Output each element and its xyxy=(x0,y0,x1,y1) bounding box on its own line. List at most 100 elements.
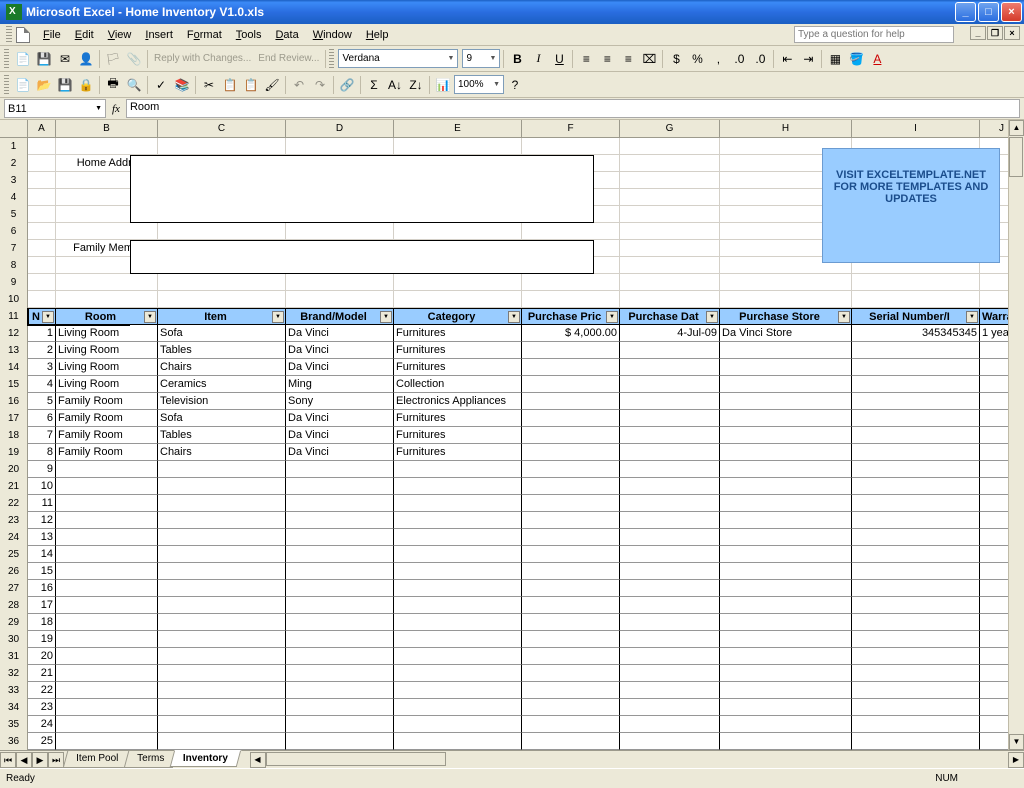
cell[interactable] xyxy=(56,733,158,750)
cell-price[interactable]: $ 4,000.00 xyxy=(522,325,620,342)
cell-category[interactable]: Furnitures xyxy=(394,325,522,342)
spell-icon[interactable]: ✓ xyxy=(151,75,171,95)
cell[interactable] xyxy=(720,291,852,308)
help-search-input[interactable] xyxy=(794,26,954,43)
cell[interactable] xyxy=(852,682,980,699)
row-header[interactable]: 35 xyxy=(0,716,28,734)
cell-item[interactable]: Tables xyxy=(158,427,286,444)
cell-room[interactable]: Living Room xyxy=(56,376,158,393)
cell[interactable] xyxy=(620,699,720,716)
cell[interactable] xyxy=(56,512,158,529)
cell-room[interactable]: Family Room xyxy=(56,444,158,461)
cell[interactable] xyxy=(158,495,286,512)
cell[interactable] xyxy=(620,291,720,308)
cell-no[interactable]: 5 xyxy=(28,393,56,410)
doc-restore-button[interactable]: ❐ xyxy=(987,26,1003,40)
cell[interactable] xyxy=(720,716,852,733)
cell[interactable] xyxy=(56,665,158,682)
cell[interactable] xyxy=(620,512,720,529)
row-header[interactable]: 19 xyxy=(0,444,28,462)
filter-dropdown-icon[interactable]: ▼ xyxy=(508,311,520,323)
row-header[interactable]: 8 xyxy=(0,257,28,275)
cell[interactable] xyxy=(720,665,852,682)
cell[interactable] xyxy=(852,461,980,478)
cell[interactable] xyxy=(158,478,286,495)
cell[interactable] xyxy=(394,682,522,699)
cell[interactable] xyxy=(56,716,158,733)
cell[interactable] xyxy=(620,597,720,614)
cell-room[interactable]: Family Room xyxy=(56,410,158,427)
cell-category[interactable]: Furnitures xyxy=(394,342,522,359)
cell[interactable] xyxy=(394,138,522,155)
cell[interactable] xyxy=(394,631,522,648)
cell-no[interactable]: 12 xyxy=(28,512,56,529)
cell-category[interactable]: Furnitures xyxy=(394,427,522,444)
cell-no[interactable]: 24 xyxy=(28,716,56,733)
cell[interactable] xyxy=(56,682,158,699)
hyperlink-icon[interactable]: 🔗 xyxy=(337,75,357,95)
underline-button[interactable]: U xyxy=(549,49,569,69)
cell[interactable] xyxy=(620,478,720,495)
cell[interactable] xyxy=(56,614,158,631)
worksheet[interactable]: ABCDEFGHIJ VISIT EXCELTEMPLATE.NET FOR M… xyxy=(0,120,1024,768)
filter-dropdown-icon[interactable]: ▼ xyxy=(706,311,718,323)
cell[interactable] xyxy=(286,461,394,478)
cell[interactable] xyxy=(286,682,394,699)
increase-decimal-icon[interactable]: .0 xyxy=(729,49,749,69)
cell-item[interactable]: Tables xyxy=(158,342,286,359)
column-header-C[interactable]: C xyxy=(158,120,286,138)
cell-date[interactable] xyxy=(620,427,720,444)
filter-dropdown-icon[interactable]: ▼ xyxy=(606,311,618,323)
cell-no[interactable]: 20 xyxy=(28,648,56,665)
decrease-indent-icon[interactable]: ⇤ xyxy=(777,49,797,69)
cell-brand[interactable]: Da Vinci xyxy=(286,410,394,427)
menu-help[interactable]: Help xyxy=(359,27,396,43)
row-header[interactable]: 10 xyxy=(0,291,28,309)
row-header[interactable]: 32 xyxy=(0,665,28,683)
cell[interactable] xyxy=(158,699,286,716)
row-header[interactable]: 25 xyxy=(0,546,28,564)
cell[interactable] xyxy=(56,699,158,716)
cell[interactable] xyxy=(28,274,56,291)
cell[interactable] xyxy=(56,138,158,155)
name-box[interactable]: B11▼ xyxy=(4,99,106,118)
cell-no[interactable]: 7 xyxy=(28,427,56,444)
cell[interactable] xyxy=(394,716,522,733)
recipient-icon[interactable]: 👤 xyxy=(76,49,96,69)
cell[interactable] xyxy=(394,495,522,512)
row-header[interactable]: 15 xyxy=(0,376,28,394)
open-icon[interactable]: 📂 xyxy=(34,75,54,95)
cell-brand[interactable]: Ming xyxy=(286,376,394,393)
cell[interactable] xyxy=(720,648,852,665)
cell-serial[interactable] xyxy=(852,427,980,444)
cell[interactable] xyxy=(852,614,980,631)
cell[interactable] xyxy=(158,274,286,291)
cell-serial[interactable] xyxy=(852,393,980,410)
cell[interactable] xyxy=(720,461,852,478)
cell[interactable] xyxy=(158,614,286,631)
cell[interactable] xyxy=(522,716,620,733)
font-selector[interactable]: Verdana▼ xyxy=(338,49,458,68)
cell[interactable] xyxy=(158,291,286,308)
cell-no[interactable]: 9 xyxy=(28,461,56,478)
cell-price[interactable] xyxy=(522,376,620,393)
cell-room[interactable]: Living Room xyxy=(56,325,158,342)
cell[interactable] xyxy=(522,138,620,155)
row-header[interactable]: 11 xyxy=(0,308,28,326)
row-header[interactable]: 33 xyxy=(0,682,28,700)
cell[interactable] xyxy=(522,580,620,597)
row-header[interactable]: 18 xyxy=(0,427,28,445)
cell[interactable] xyxy=(394,546,522,563)
cell[interactable] xyxy=(620,274,720,291)
paste-icon[interactable]: 📋 xyxy=(241,75,261,95)
row-header[interactable]: 27 xyxy=(0,580,28,598)
cell-date[interactable]: 4-Jul-09 xyxy=(620,325,720,342)
cell[interactable] xyxy=(394,597,522,614)
doc-close-button[interactable]: × xyxy=(1004,26,1020,40)
row-header[interactable]: 21 xyxy=(0,478,28,496)
row-header[interactable]: 22 xyxy=(0,495,28,513)
copy-icon[interactable]: 📋 xyxy=(220,75,240,95)
zoom-selector[interactable]: 100%▼ xyxy=(454,75,504,94)
cell-price[interactable] xyxy=(522,359,620,376)
filter-dropdown-icon[interactable]: ▼ xyxy=(144,311,156,323)
